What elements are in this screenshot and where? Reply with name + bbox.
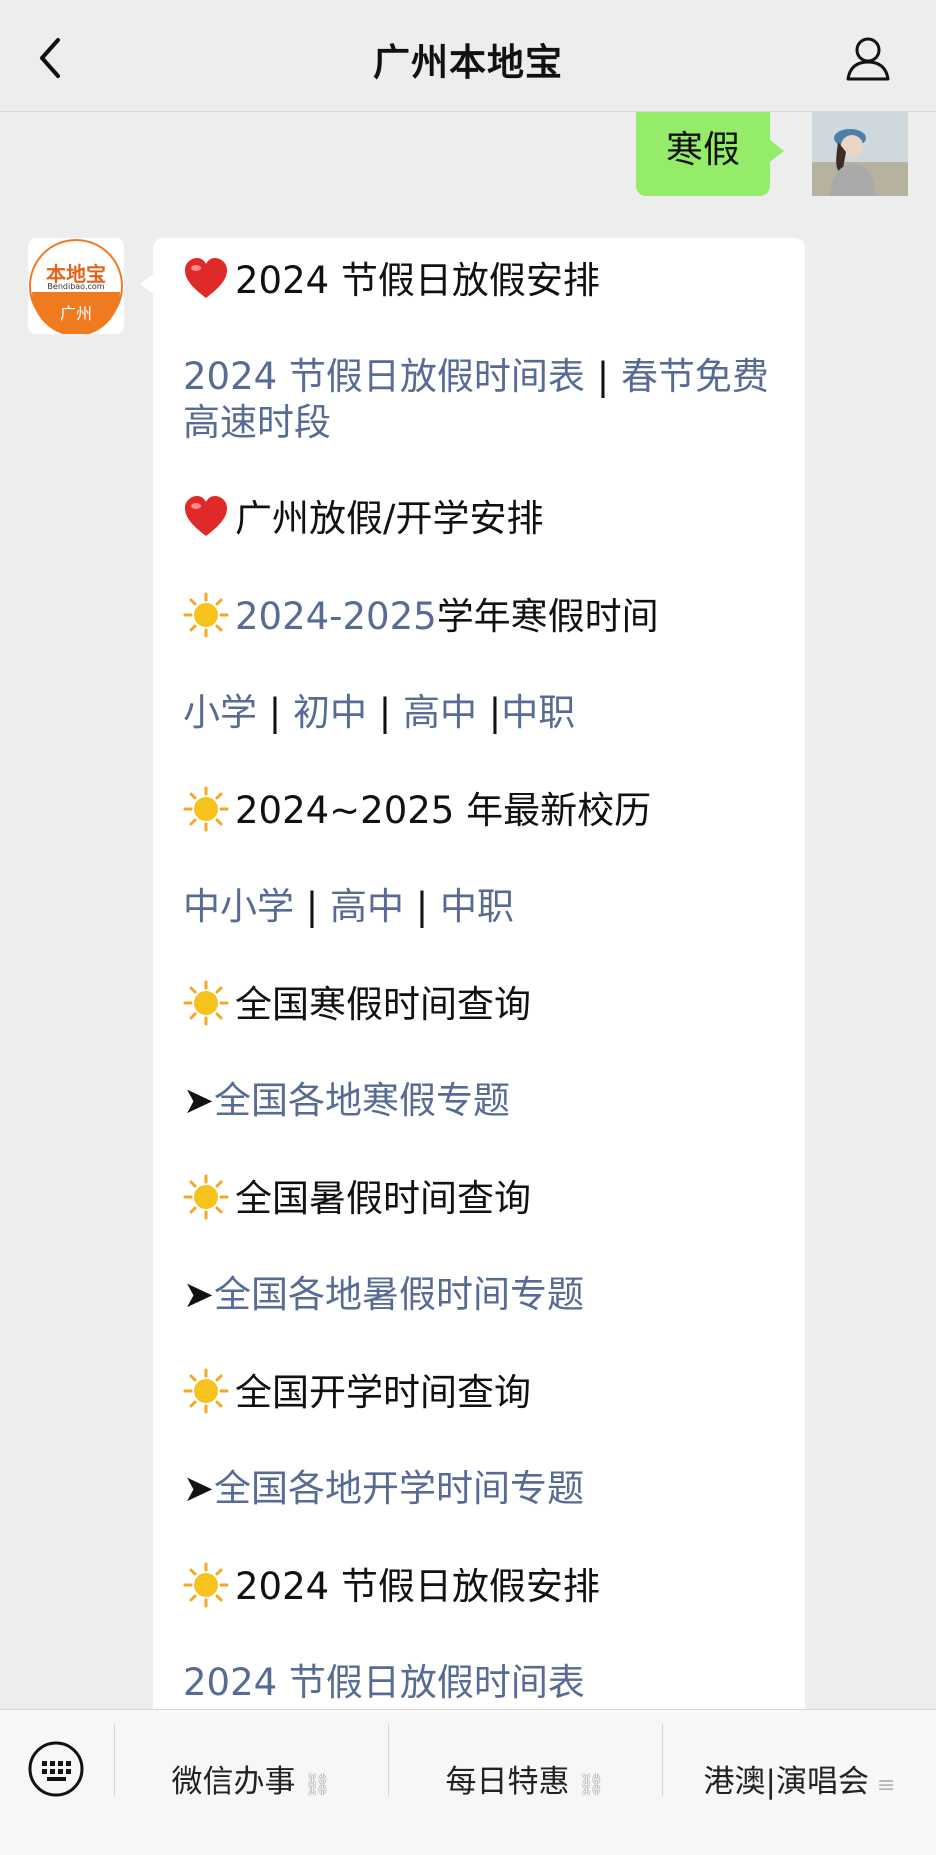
sun-icon — [183, 1368, 229, 1414]
bot-avatar[interactable]: 本地宝 Bendibao.com 广州 — [28, 238, 124, 334]
nav-bar: 广州本地宝 — [0, 0, 936, 112]
senior-high-link[interactable]: 高中 — [403, 691, 477, 734]
heart-icon — [185, 258, 227, 298]
profile-button[interactable] — [844, 34, 892, 82]
list-item-text: 全国暑假时间查询 — [235, 1177, 531, 1220]
junior-high-link[interactable]: 初中 — [293, 691, 367, 734]
user-message-bubble[interactable]: 寒假 — [636, 112, 784, 196]
list-item: ➤全国各地寒假专题 — [183, 1078, 793, 1124]
menu-item-label: 港澳|演唱会 — [703, 1764, 869, 1800]
sun-icon — [183, 592, 229, 638]
arrow-icon: ➤ — [183, 1467, 215, 1510]
list-item-text: 学年寒假时间 — [436, 595, 659, 638]
list-item: 中小学 | 高中 | 中职 — [183, 885, 514, 928]
keyboard-button[interactable] — [27, 1740, 85, 1798]
list-item: 2024 节假日放假安排 — [183, 1562, 793, 1610]
list-item: 广州放假/开学安排 — [183, 494, 793, 542]
bottom-menu-bar: 微信办事 ⛓ 每日特惠 ⛓ 港澳|演唱会 ≡ — [0, 1709, 936, 1855]
bot-message-bubble: 2024 节假日放假安排 2024 节假日放假时间表 | 春节免费高速时段 广州… — [140, 238, 805, 1718]
menu-item-label: 微信办事 — [171, 1764, 296, 1800]
menu-lines-icon: ≡ — [877, 1773, 896, 1798]
menu-item-label: 每日特惠 — [445, 1764, 570, 1800]
k12-link[interactable]: 中小学 — [183, 885, 294, 928]
school-year-link[interactable]: 2024-2025 — [235, 595, 437, 638]
arrow-icon: ➤ — [183, 1273, 215, 1316]
menu-item-hk-macau-concerts[interactable]: 港澳|演唱会 ≡ — [663, 1732, 936, 1832]
user-message-text: 寒假 — [666, 128, 740, 171]
primary-school-link[interactable]: 小学 — [183, 691, 257, 734]
logo-city: 广州 — [59, 304, 92, 323]
list-item-text: 2024~2025 年最新校历 — [235, 789, 652, 832]
list-item: 2024 节假日放假时间表 — [183, 1660, 793, 1706]
winter-break-topic-link[interactable]: 全国各地寒假专题 — [214, 1079, 510, 1122]
link-icon: ⛓ — [577, 1773, 606, 1798]
summer-break-topic-link[interactable]: 全国各地暑假时间专题 — [214, 1273, 584, 1316]
list-item: 2024 节假日放假时间表 | 春节免费高速时段 — [183, 355, 769, 444]
heart-icon — [185, 496, 227, 536]
list-item: 全国开学时间查询 — [183, 1368, 793, 1416]
holiday-table-link[interactable]: 2024 节假日放假时间表 — [183, 355, 585, 398]
message-content: 2024 节假日放假安排 2024 节假日放假时间表 | 春节免费高速时段 广州… — [183, 256, 793, 1756]
list-item: ➤全国各地暑假时间专题 — [183, 1272, 793, 1318]
list-item-text: 广州放假/开学安排 — [235, 497, 544, 540]
keyboard-icon — [28, 1741, 84, 1797]
logo-url: Bendibao.com — [47, 282, 105, 291]
user-photo — [812, 112, 908, 196]
user-avatar[interactable] — [812, 112, 908, 196]
sun-icon — [183, 1174, 229, 1220]
school-start-topic-link[interactable]: 全国各地开学时间专题 — [214, 1467, 584, 1510]
sun-icon — [183, 786, 229, 832]
list-item: 全国暑假时间查询 — [183, 1174, 793, 1222]
list-item: ➤全国各地开学时间专题 — [183, 1466, 793, 1512]
list-item: 全国寒假时间查询 — [183, 980, 793, 1028]
list-item: 小学 | 初中 | 高中 |中职 — [183, 691, 576, 734]
arrow-icon: ➤ — [183, 1079, 215, 1122]
list-item: 2024 节假日放假安排 — [183, 256, 793, 304]
menu-item-wechat-service[interactable]: 微信办事 ⛓ — [115, 1732, 388, 1832]
list-item-text: 全国开学时间查询 — [235, 1371, 531, 1414]
list-item: 2024~2025 年最新校历 — [183, 786, 793, 834]
holiday-table-link-2[interactable]: 2024 节假日放假时间表 — [183, 1661, 585, 1704]
list-item-text: 全国寒假时间查询 — [235, 983, 531, 1026]
vocational-calendar-link[interactable]: 中职 — [440, 885, 514, 928]
vocational-link[interactable]: 中职 — [501, 691, 575, 734]
menu-item-daily-deals[interactable]: 每日特惠 ⛓ — [389, 1732, 662, 1832]
page-title: 广州本地宝 — [373, 41, 563, 84]
list-item-text: 2024 节假日放假安排 — [235, 1565, 600, 1608]
person-icon — [846, 37, 890, 81]
sun-icon — [183, 980, 229, 1026]
list-item-text: 2024 节假日放假安排 — [235, 259, 600, 302]
sun-icon — [183, 1562, 229, 1608]
senior-high-calendar-link[interactable]: 高中 — [330, 885, 404, 928]
list-item: 2024-2025学年寒假时间 — [183, 592, 793, 640]
link-icon: ⛓ — [303, 1773, 332, 1798]
